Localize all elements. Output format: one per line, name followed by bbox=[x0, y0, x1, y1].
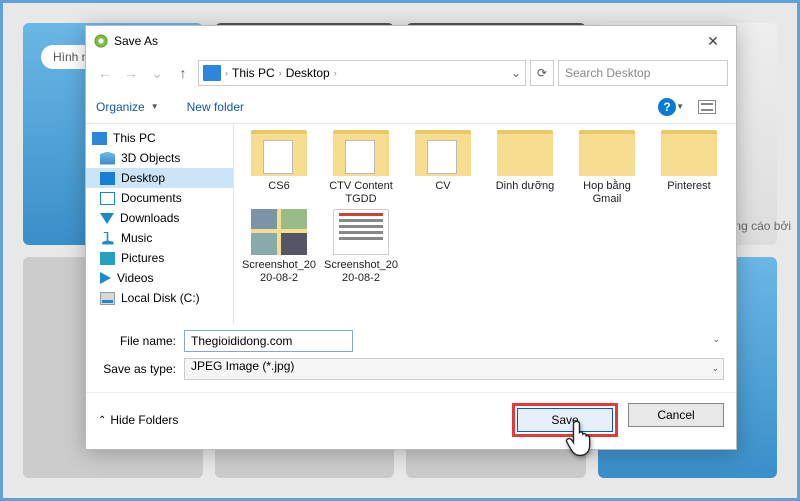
arrow-right-icon: → bbox=[124, 65, 138, 81]
save-as-dialog: Save As ✕ ← → ⌄ ↑ › This PC › Desktop › … bbox=[85, 25, 737, 450]
dialog-footer: ⌃ Hide Folders Save Cancel bbox=[86, 392, 736, 449]
savetype-label: Save as type: bbox=[98, 362, 184, 376]
pictures-icon bbox=[100, 252, 115, 265]
chevron-down-icon: ▼ bbox=[151, 102, 159, 111]
filename-label: File name: bbox=[98, 334, 184, 348]
chevron-down-icon: ⌄ bbox=[711, 363, 719, 374]
tree-label: Videos bbox=[117, 271, 153, 285]
save-highlight: Save bbox=[512, 403, 618, 437]
file-label: CTV Content TGDD bbox=[324, 180, 398, 205]
nav-row: ← → ⌄ ↑ › This PC › Desktop › ⌄ ⟳ Search… bbox=[86, 56, 736, 90]
refresh-icon: ⟳ bbox=[537, 66, 547, 80]
videos-icon bbox=[100, 272, 111, 284]
nav-up-button[interactable]: ↑ bbox=[172, 62, 194, 84]
tree-item-documents[interactable]: Documents bbox=[86, 188, 233, 208]
help-button[interactable]: ? bbox=[658, 98, 676, 116]
savetype-value: JPEG Image (*.jpg) bbox=[191, 359, 294, 373]
new-folder-button[interactable]: New folder bbox=[187, 100, 244, 114]
pointer-hand-icon bbox=[565, 418, 599, 458]
file-item[interactable]: Pinterest bbox=[652, 130, 726, 205]
help-icon: ? bbox=[663, 100, 670, 114]
thispc-icon bbox=[92, 132, 107, 145]
file-label: Screenshot_2020-08-2 bbox=[242, 259, 316, 284]
view-mode-button[interactable] bbox=[698, 100, 716, 114]
nav-back-button[interactable]: ← bbox=[94, 62, 116, 84]
close-button[interactable]: ✕ bbox=[698, 33, 728, 50]
tree-item-desktop[interactable]: Desktop bbox=[86, 168, 233, 188]
file-item[interactable]: Screenshot_2020-08-2 bbox=[242, 209, 316, 284]
tree-label: This PC bbox=[113, 131, 156, 145]
chevron-right-icon: › bbox=[279, 68, 282, 78]
tree-item-pictures[interactable]: Pictures bbox=[86, 248, 233, 268]
file-item[interactable]: Hop bằng Gmail bbox=[570, 130, 644, 205]
dialog-body: This PC 3D Objects Desktop Documents Dow… bbox=[86, 124, 736, 324]
filename-input[interactable] bbox=[184, 330, 353, 352]
hide-folders-label: Hide Folders bbox=[110, 413, 178, 427]
downloads-icon bbox=[100, 213, 114, 224]
file-item[interactable]: Screenshot_2020-08-2 bbox=[324, 209, 398, 284]
desktop-icon bbox=[100, 172, 115, 185]
file-item[interactable]: CS6 bbox=[242, 130, 316, 205]
music-icon bbox=[100, 232, 115, 245]
address-bar[interactable]: › This PC › Desktop › ⌄ bbox=[198, 60, 526, 86]
savetype-select[interactable]: JPEG Image (*.jpg) ⌄ bbox=[184, 358, 724, 380]
chevron-right-icon: › bbox=[334, 68, 337, 78]
chevron-up-icon: ⌃ bbox=[98, 415, 106, 426]
hide-folders-button[interactable]: ⌃ Hide Folders bbox=[98, 413, 178, 427]
tree-label: Documents bbox=[121, 191, 182, 205]
search-placeholder: Search Desktop bbox=[565, 66, 650, 80]
tree-item-3dobjects[interactable]: 3D Objects bbox=[86, 148, 233, 168]
tree-label: Local Disk (C:) bbox=[121, 291, 200, 305]
tree-label: Pictures bbox=[121, 251, 164, 265]
nav-recent-button[interactable]: ⌄ bbox=[146, 62, 168, 84]
close-icon: ✕ bbox=[707, 33, 719, 49]
file-label: Hop bằng Gmail bbox=[570, 180, 644, 205]
tree-item-localdisk[interactable]: Local Disk (C:) bbox=[86, 288, 233, 308]
toolbar: Organize ▼ New folder ? ▼ bbox=[86, 90, 736, 124]
file-grid[interactable]: CS6 CTV Content TGDD CV Dinh dưỡng Hop b… bbox=[234, 124, 736, 324]
file-label: Pinterest bbox=[652, 180, 726, 193]
refresh-button[interactable]: ⟳ bbox=[530, 60, 554, 86]
disk-icon bbox=[100, 292, 115, 305]
titlebar: Save As ✕ bbox=[86, 26, 736, 56]
chevron-down-icon: ⌄ bbox=[151, 65, 163, 82]
arrow-up-icon: ↑ bbox=[180, 65, 187, 81]
file-label: Dinh dưỡng bbox=[488, 180, 562, 193]
file-item[interactable]: CV bbox=[406, 130, 480, 205]
field-area: File name: ⌄ Save as type: JPEG Image (*… bbox=[86, 324, 736, 392]
nav-forward-button[interactable]: → bbox=[120, 62, 142, 84]
cancel-button[interactable]: Cancel bbox=[628, 403, 724, 427]
tree-label: Music bbox=[121, 231, 152, 245]
tree-label: Downloads bbox=[120, 211, 179, 225]
file-label: CV bbox=[406, 180, 480, 193]
chevron-down-icon[interactable]: ▼ bbox=[676, 102, 684, 111]
app-icon bbox=[94, 34, 108, 48]
arrow-left-icon: ← bbox=[98, 65, 112, 81]
file-label: CS6 bbox=[242, 180, 316, 193]
chevron-right-icon: › bbox=[225, 68, 228, 78]
nav-tree: This PC 3D Objects Desktop Documents Dow… bbox=[86, 124, 234, 324]
file-label: Screenshot_2020-08-2 bbox=[324, 259, 398, 284]
breadcrumb[interactable]: This PC bbox=[232, 66, 275, 80]
dialog-title: Save As bbox=[114, 34, 158, 48]
chevron-down-icon[interactable]: ⌄ bbox=[712, 334, 720, 345]
tree-label: 3D Objects bbox=[121, 151, 180, 165]
tree-label: Desktop bbox=[121, 171, 165, 185]
documents-icon bbox=[100, 192, 115, 205]
thispc-icon bbox=[203, 65, 221, 81]
tree-item-downloads[interactable]: Downloads bbox=[86, 208, 233, 228]
tree-item-videos[interactable]: Videos bbox=[86, 268, 233, 288]
file-item[interactable]: CTV Content TGDD bbox=[324, 130, 398, 205]
breadcrumb[interactable]: Desktop bbox=[286, 66, 330, 80]
search-input[interactable]: Search Desktop bbox=[558, 60, 728, 86]
address-dropdown[interactable]: ⌄ bbox=[511, 66, 521, 80]
tree-item-music[interactable]: Music bbox=[86, 228, 233, 248]
organize-button[interactable]: Organize bbox=[96, 100, 145, 114]
file-item[interactable]: Dinh dưỡng bbox=[488, 130, 562, 205]
tree-thispc[interactable]: This PC bbox=[86, 128, 233, 148]
3d-objects-icon bbox=[100, 152, 115, 165]
